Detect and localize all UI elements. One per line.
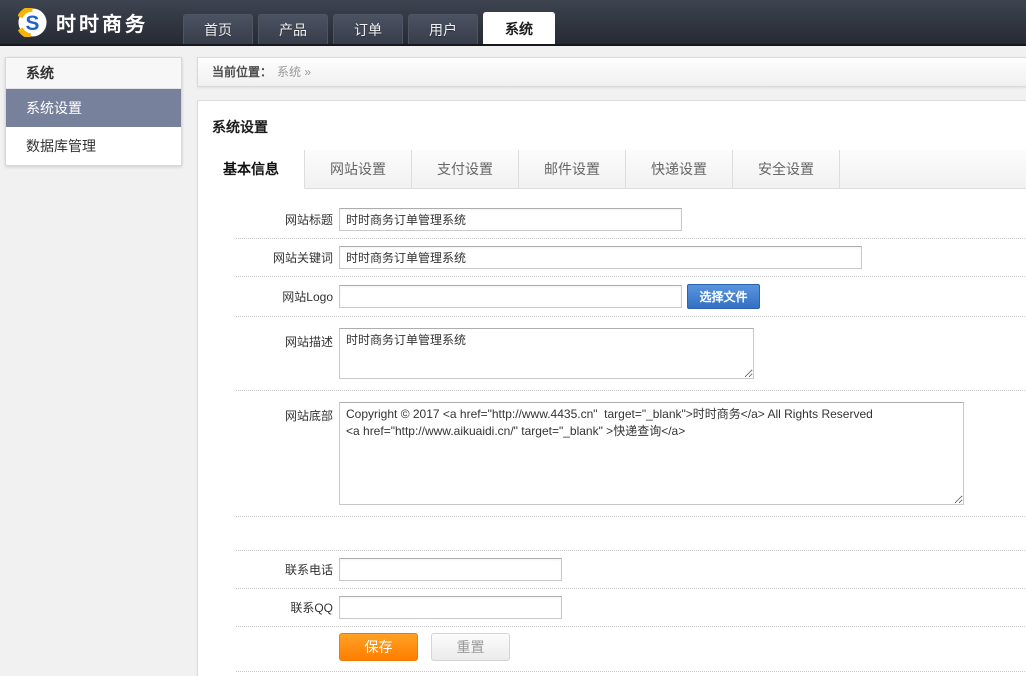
breadcrumb: 当前位置： 系统 » xyxy=(197,57,1026,87)
tab-payment-settings[interactable]: 支付设置 xyxy=(412,150,519,189)
nav-item-home[interactable]: 首页 xyxy=(183,14,253,44)
contact-qq-label: 联系QQ xyxy=(236,599,339,616)
reset-button[interactable]: 重置 xyxy=(431,633,510,661)
form-row-spacer xyxy=(236,517,1026,551)
form-actions-row: 保存 重置 xyxy=(236,627,1026,672)
main-nav: 首页 产品 订单 用户 系统 xyxy=(183,12,560,44)
breadcrumb-label: 当前位置： xyxy=(212,65,272,79)
choose-file-button[interactable]: 选择文件 xyxy=(687,284,760,309)
tab-basic-info[interactable]: 基本信息 xyxy=(198,150,305,189)
tab-site-settings[interactable]: 网站设置 xyxy=(305,150,412,189)
form-row: 联系电话 xyxy=(236,551,1026,589)
form-row: 网站底部 Copyright © 2017 <a href="http://ww… xyxy=(236,391,1026,517)
site-description-label: 网站描述 xyxy=(236,328,339,350)
form-row: 网站Logo 选择文件 xyxy=(236,277,1026,317)
form-row: 网站标题 xyxy=(236,201,1026,239)
site-keywords-label: 网站关键词 xyxy=(236,249,339,266)
nav-item-products[interactable]: 产品 xyxy=(258,14,328,44)
nav-item-orders[interactable]: 订单 xyxy=(333,14,403,44)
settings-tabs: 基本信息 网站设置 支付设置 邮件设置 快递设置 安全设置 xyxy=(198,150,1026,189)
contact-phone-input[interactable] xyxy=(339,558,562,581)
form-row: 联系QQ xyxy=(236,589,1026,627)
sidebar: 系统 系统设置 数据库管理 xyxy=(5,57,182,166)
tab-strip-filler xyxy=(840,150,1026,189)
tab-security-settings[interactable]: 安全设置 xyxy=(733,150,840,189)
site-description-textarea[interactable]: 时时商务订单管理系统 xyxy=(339,328,754,379)
site-logo-input[interactable] xyxy=(339,285,682,308)
top-header: S 时时商务 首页 产品 订单 用户 系统 xyxy=(0,0,1026,46)
page-title: 系统设置 xyxy=(198,101,1026,150)
form-row: 网站关键词 xyxy=(236,239,1026,277)
site-footer-textarea[interactable]: Copyright © 2017 <a href="http://www.443… xyxy=(339,402,964,505)
sidebar-item-database-management[interactable]: 数据库管理 xyxy=(6,127,181,165)
brand-logo-icon: S xyxy=(18,8,47,37)
contact-qq-input[interactable] xyxy=(339,596,562,619)
brand-name: 时时商务 xyxy=(56,8,148,37)
form-row: 网站描述 时时商务订单管理系统 xyxy=(236,317,1026,391)
tab-express-settings[interactable]: 快递设置 xyxy=(626,150,733,189)
sidebar-item-system-settings[interactable]: 系统设置 xyxy=(6,89,181,127)
save-button[interactable]: 保存 xyxy=(339,633,418,661)
nav-item-users[interactable]: 用户 xyxy=(408,14,478,44)
nav-item-system[interactable]: 系统 xyxy=(483,12,555,44)
site-footer-label: 网站底部 xyxy=(236,402,339,424)
main-panel: 系统设置 基本信息 网站设置 支付设置 邮件设置 快递设置 安全设置 网站标题 … xyxy=(197,100,1026,676)
brand[interactable]: S 时时商务 xyxy=(18,0,148,44)
site-logo-label: 网站Logo xyxy=(236,288,339,305)
tab-mail-settings[interactable]: 邮件设置 xyxy=(519,150,626,189)
site-title-input[interactable] xyxy=(339,208,682,231)
site-keywords-input[interactable] xyxy=(339,246,862,269)
svg-text:S: S xyxy=(26,11,40,34)
site-title-label: 网站标题 xyxy=(236,211,339,228)
sidebar-header: 系统 xyxy=(6,58,181,89)
contact-phone-label: 联系电话 xyxy=(236,561,339,578)
basic-info-form: 网站标题 网站关键词 网站Logo 选择文件 网站描述 时时商务订单管理系统 网… xyxy=(198,189,1026,672)
breadcrumb-path-system[interactable]: 系统 » xyxy=(277,65,311,79)
